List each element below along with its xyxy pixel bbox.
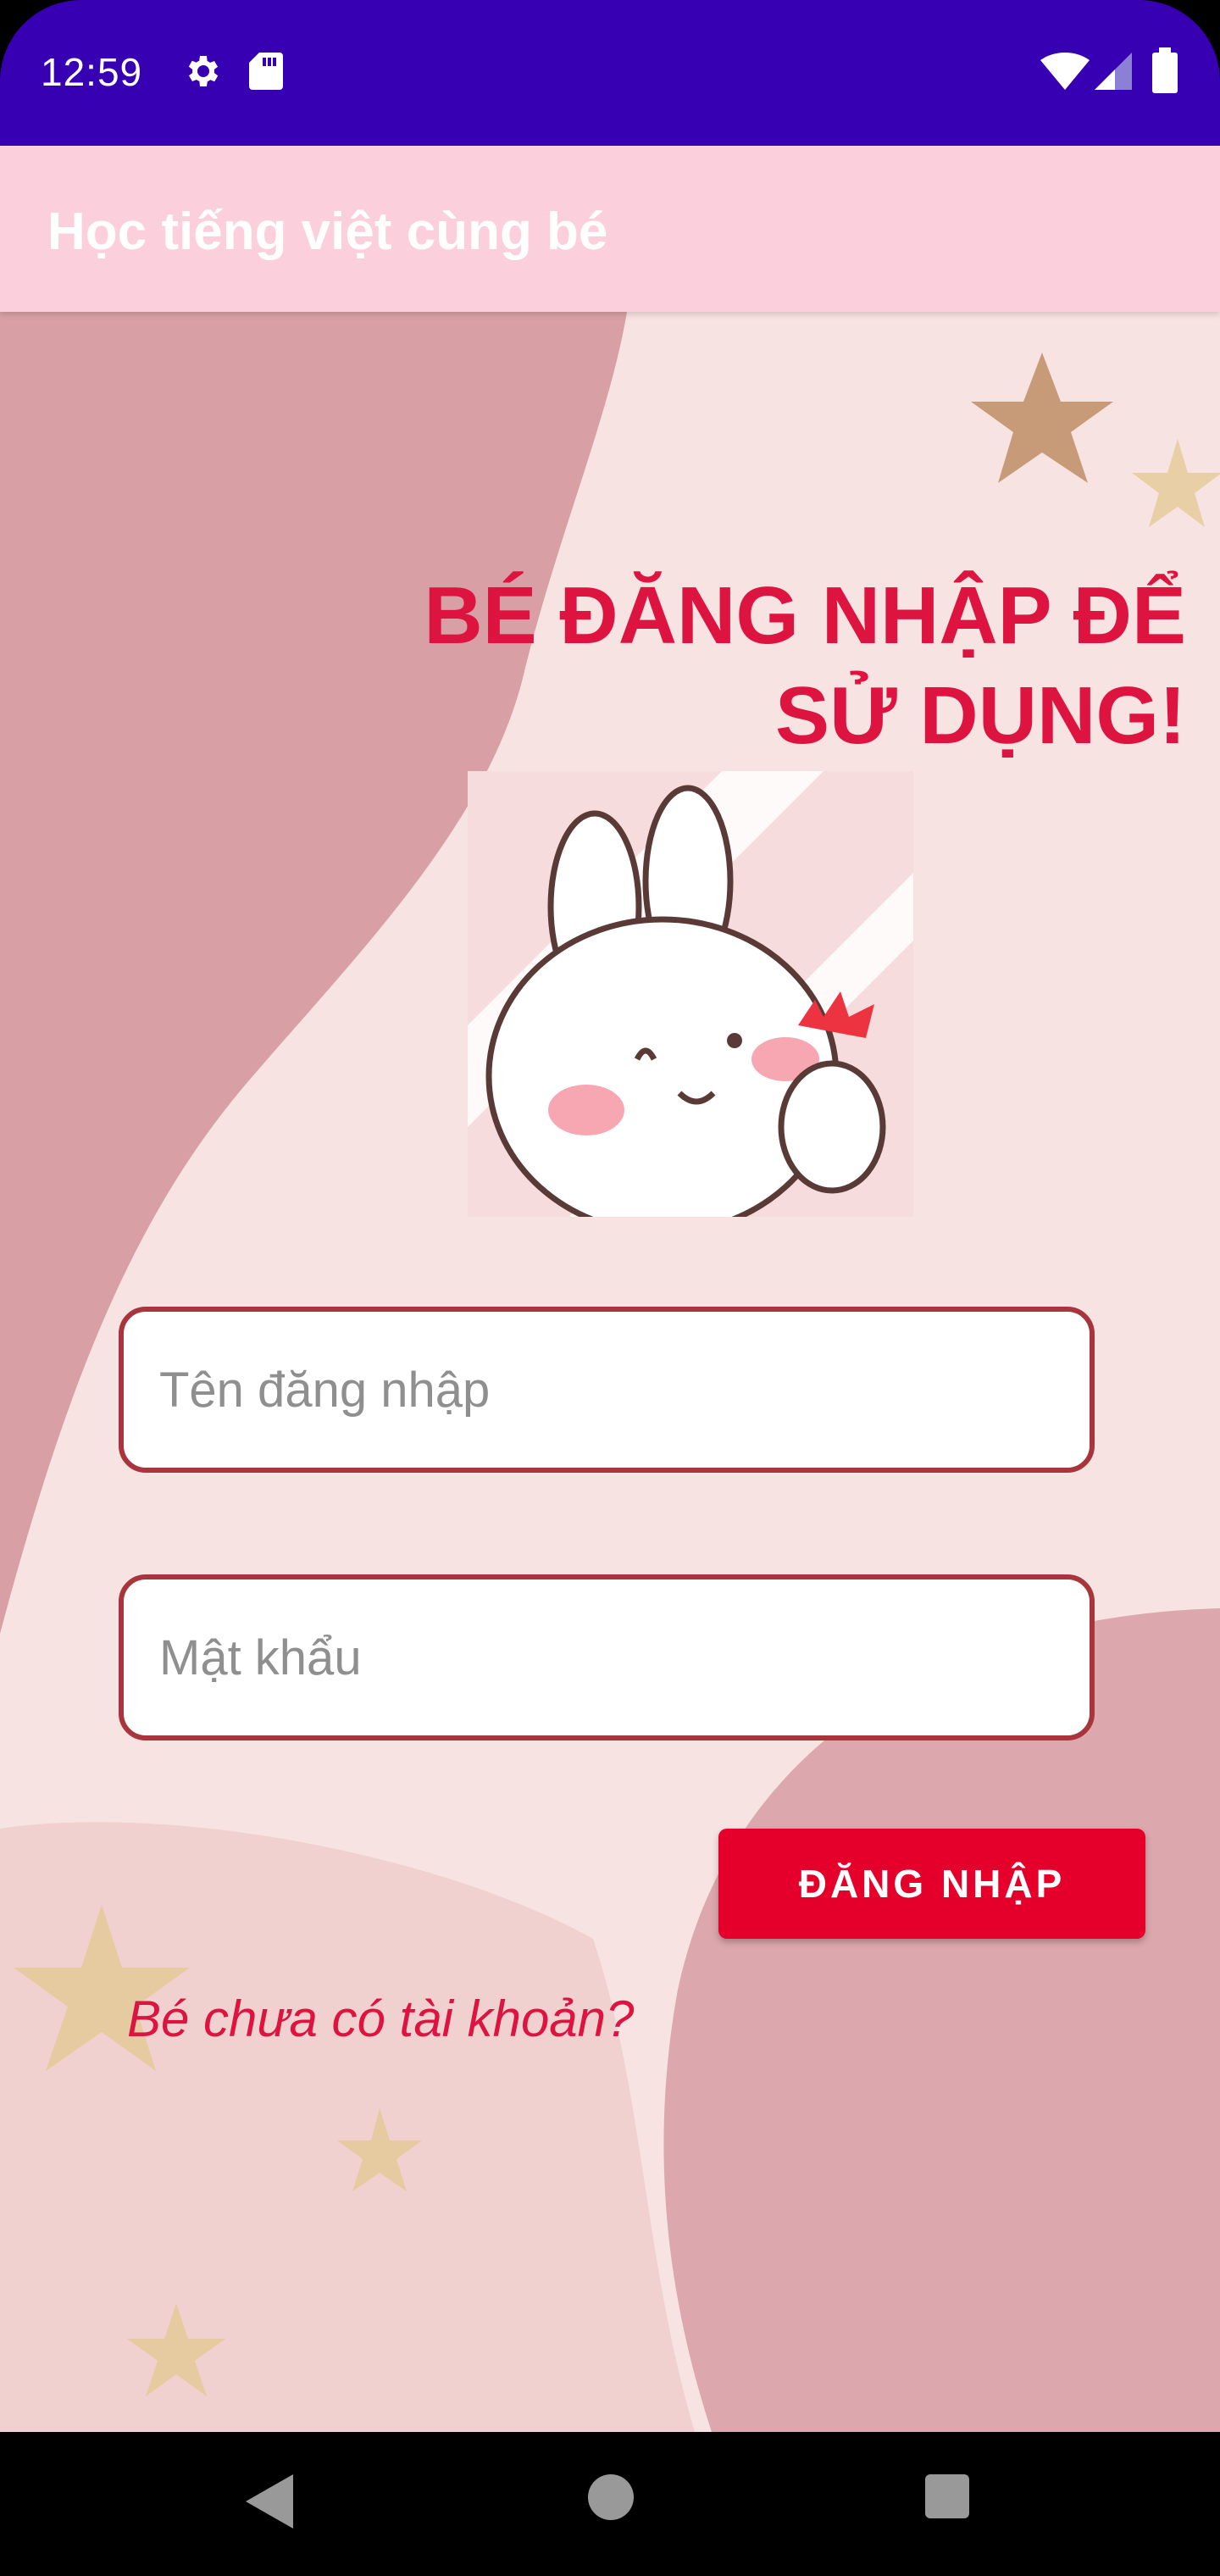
- home-icon[interactable]: [588, 2474, 634, 2520]
- login-heading: BÉ ĐĂNG NHẬP ĐỂ SỬ DỤNG!: [254, 566, 1186, 766]
- status-time: 12:59: [41, 50, 143, 94]
- recents-icon[interactable]: [925, 2474, 969, 2518]
- back-icon[interactable]: [246, 2474, 293, 2529]
- register-link[interactable]: Bé chưa có tài khoản?: [127, 1990, 634, 2048]
- app-title: Học tiếng việt cùng bé: [47, 203, 608, 261]
- bunny-illustration: [468, 771, 913, 1217]
- navigation-bar: [0, 2432, 1220, 2576]
- username-placeholder: Tên đăng nhập: [159, 1362, 491, 1418]
- password-placeholder: Mật khẩu: [159, 1629, 362, 1685]
- phone-screen: 12:59 Học tiếng việt cùng bé BÉ ĐĂNG NHẬ…: [0, 0, 1220, 2576]
- heading-line-1: BÉ ĐĂNG NHẬP ĐỂ: [424, 570, 1186, 661]
- password-field[interactable]: Mật khẩu: [119, 1574, 1095, 1740]
- heading-line-2: SỬ DỤNG!: [775, 670, 1186, 761]
- star-icon: [971, 353, 1113, 483]
- battery-icon: [1152, 47, 1178, 93]
- app-bar: Học tiếng việt cùng bé: [0, 146, 1220, 312]
- username-field[interactable]: Tên đăng nhập: [119, 1307, 1095, 1473]
- login-screen: BÉ ĐĂNG NHẬP ĐỂ SỬ DỤNG! Tên đăng nhập M…: [0, 312, 1220, 2432]
- signal-icon: [1095, 53, 1132, 90]
- status-bar: 12:59: [0, 0, 1220, 146]
- wifi-icon: [1040, 53, 1090, 90]
- sd-card-icon: [249, 53, 283, 90]
- star-icon: [1132, 439, 1220, 527]
- login-button[interactable]: ĐĂNG NHẬP: [718, 1829, 1145, 1939]
- settings-icon: [188, 56, 219, 86]
